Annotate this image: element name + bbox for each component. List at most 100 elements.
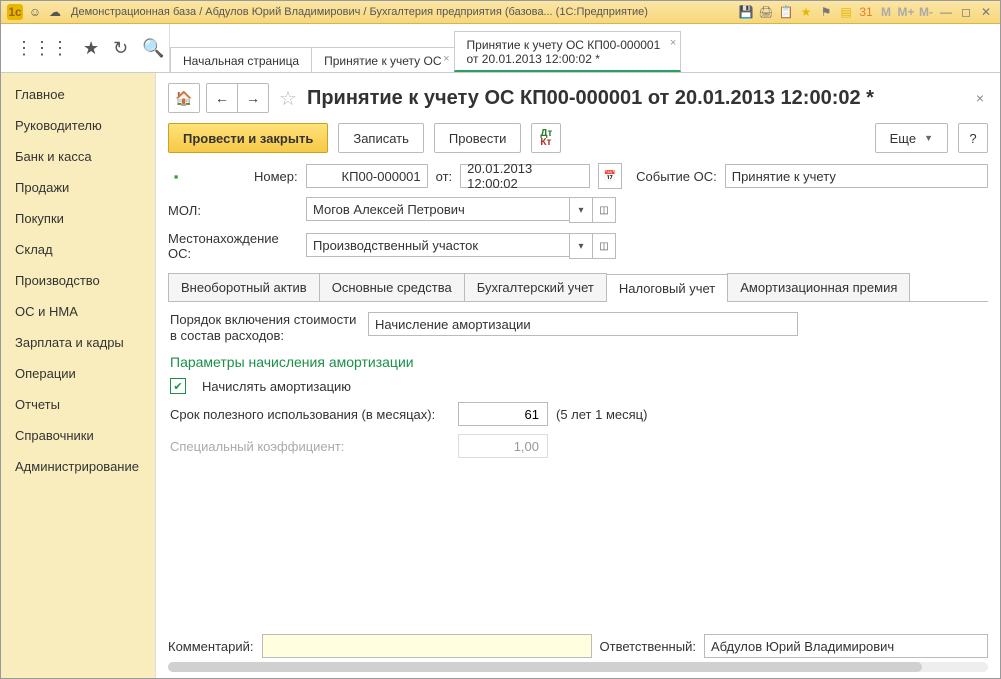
save-button[interactable]: Записать — [338, 123, 424, 153]
tab-os-accept[interactable]: Принятие к учету ОС × — [311, 47, 454, 72]
sidebar-item-catalogs[interactable]: Справочники — [1, 420, 155, 451]
cloud-icon[interactable]: ☁ — [47, 4, 63, 20]
content-area: 🏠 ← → ☆ Принятие к учету ОС КП00-000001 … — [156, 73, 1000, 678]
number-field[interactable]: КП00-000001 — [306, 164, 428, 188]
close-tab-icon[interactable]: × — [670, 36, 676, 50]
tab-body: Порядок включения стоимости в состав рас… — [168, 302, 988, 628]
useful-life-field[interactable] — [458, 402, 548, 426]
tab-os-accept-doc[interactable]: Принятие к учету ОС КП00-000001 от 20.01… — [454, 31, 682, 72]
home-button[interactable]: 🏠 — [168, 83, 200, 113]
fav-tb-icon[interactable]: ★ — [798, 4, 814, 20]
history-icon[interactable]: ↻ — [113, 38, 128, 59]
help-button[interactable]: ? — [958, 123, 988, 153]
favorite-star-icon[interactable]: ★ — [83, 38, 99, 59]
back-button[interactable]: ← — [206, 83, 238, 113]
open-ref-icon[interactable]: ◫ — [593, 233, 616, 259]
close-window-icon[interactable]: ✕ — [978, 4, 994, 20]
responsible-field[interactable]: Абдулов Юрий Владимирович — [704, 634, 988, 658]
sidebar-item-bank[interactable]: Банк и касса — [1, 141, 155, 172]
footer-bar: Комментарий: Ответственный: Абдулов Юрий… — [168, 628, 988, 658]
top-tabs-bar: ⋮⋮⋮ ★ ↻ 🔍 Начальная страница Принятие к … — [1, 24, 1000, 73]
horizontal-scrollbar[interactable] — [168, 662, 988, 672]
mol-field[interactable]: Могов Алексей Петрович ▾ ◫ — [306, 197, 616, 223]
coeff-label: Специальный коэффициент: — [170, 439, 450, 454]
posted-status-icon: ▪ — [168, 168, 184, 184]
useful-life-label: Срок полезного использования (в месяцах)… — [170, 407, 450, 422]
tab-start-page[interactable]: Начальная страница — [170, 47, 312, 72]
search-icon[interactable]: 🔍 — [142, 38, 164, 59]
nav-buttons: ← → — [206, 83, 269, 113]
date-field[interactable]: 20.01.2013 12:00:02 — [460, 164, 590, 188]
sidebar-item-operations[interactable]: Операции — [1, 358, 155, 389]
apps-grid-icon[interactable]: ⋮⋮⋮ — [15, 38, 69, 59]
maximize-icon[interactable]: ◻ — [958, 4, 974, 20]
forward-button[interactable]: → — [237, 83, 269, 113]
sidebar: Главное Руководителю Банк и касса Продаж… — [1, 73, 156, 678]
dropdown-icon[interactable]: ▾ — [569, 233, 593, 259]
tab-fixed-assets[interactable]: Основные средства — [319, 273, 465, 301]
location-label: Местонахождение ОС: — [168, 231, 298, 261]
sidebar-item-purchases[interactable]: Покупки — [1, 203, 155, 234]
sidebar-item-admin[interactable]: Администрирование — [1, 451, 155, 482]
dropdown-icon[interactable]: ▾ — [569, 197, 593, 223]
print-tb-icon[interactable]: 🖨 — [758, 4, 774, 20]
useful-life-hint: (5 лет 1 месяц) — [556, 407, 647, 422]
coeff-field — [458, 434, 548, 458]
sidebar-item-reports[interactable]: Отчеты — [1, 389, 155, 420]
responsible-label: Ответственный: — [600, 639, 696, 654]
page-title: Принятие к учету ОС КП00-000001 от 20.01… — [307, 87, 966, 110]
command-bar: Провести и закрыть Записать Провести ДтК… — [168, 123, 988, 153]
event-field[interactable]: Принятие к учету — [725, 164, 988, 188]
number-label: Номер: — [254, 169, 298, 184]
sidebar-item-production[interactable]: Производство — [1, 265, 155, 296]
event-label: Событие ОС: — [636, 169, 717, 184]
window-title: Демонстрационная база / Абдулов Юрий Вла… — [71, 6, 730, 18]
calendar-icon[interactable]: 31 — [858, 4, 874, 20]
sidebar-item-main[interactable]: Главное — [1, 79, 155, 110]
detail-tabs: Внеоборотный актив Основные средства Бух… — [168, 273, 988, 302]
mem-mminus[interactable]: M- — [918, 4, 934, 20]
tab-bonus-depreciation[interactable]: Амортизационная премия — [727, 273, 910, 301]
app-window: 1c ☺ ☁ Демонстрационная база / Абдулов Ю… — [0, 0, 1001, 679]
document-tabs: Начальная страница Принятие к учету ОС ×… — [170, 24, 1000, 72]
more-button[interactable]: Еще — [875, 123, 948, 153]
close-page-icon[interactable]: × — [972, 86, 988, 110]
calc-icon[interactable]: ▤ — [838, 4, 854, 20]
cost-order-field[interactable]: Начисление амортизации — [368, 312, 798, 336]
tab-accounting[interactable]: Бухгалтерский учет — [464, 273, 607, 301]
post-and-close-button[interactable]: Провести и закрыть — [168, 123, 328, 153]
sidebar-item-stock[interactable]: Склад — [1, 234, 155, 265]
smile-icon[interactable]: ☺ — [27, 4, 43, 20]
date-picker-icon[interactable]: 📅 — [598, 163, 622, 189]
save-tb-icon[interactable]: 💾 — [738, 4, 754, 20]
alert-tb-icon[interactable]: ⚑ — [818, 4, 834, 20]
charge-amort-label: Начислять амортизацию — [202, 379, 351, 394]
sidebar-item-payroll[interactable]: Зарплата и кадры — [1, 327, 155, 358]
titlebar: 1c ☺ ☁ Демонстрационная база / Абдулов Ю… — [1, 1, 1000, 24]
close-tab-icon[interactable]: × — [443, 52, 449, 66]
sidebar-item-manager[interactable]: Руководителю — [1, 110, 155, 141]
minimize-icon[interactable]: — — [938, 4, 954, 20]
tab-tax-accounting[interactable]: Налоговый учет — [606, 274, 728, 302]
app-logo-icon: 1c — [7, 4, 23, 20]
dtkt-button[interactable]: ДтКт — [531, 123, 561, 153]
from-label: от: — [436, 169, 453, 184]
sidebar-item-os-nma[interactable]: ОС и НМА — [1, 296, 155, 327]
comment-field[interactable] — [262, 634, 592, 658]
comment-label: Комментарий: — [168, 639, 254, 654]
tab-noncurrent-asset[interactable]: Внеоборотный актив — [168, 273, 320, 301]
sidebar-item-sales[interactable]: Продажи — [1, 172, 155, 203]
mol-label: МОЛ: — [168, 203, 298, 218]
post-button[interactable]: Провести — [434, 123, 522, 153]
location-field[interactable]: Производственный участок ▾ ◫ — [306, 233, 616, 259]
mem-m[interactable]: M — [878, 4, 894, 20]
charge-amort-checkbox[interactable]: ✔ — [170, 378, 186, 394]
cost-order-label: Порядок включения стоимости в состав рас… — [170, 312, 360, 344]
open-ref-icon[interactable]: ◫ — [593, 197, 616, 223]
copy-tb-icon[interactable]: 📋 — [778, 4, 794, 20]
favorite-toggle-icon[interactable]: ☆ — [279, 86, 297, 111]
top-toolbar: ⋮⋮⋮ ★ ↻ 🔍 — [1, 24, 170, 72]
scroll-thumb[interactable] — [168, 662, 922, 672]
amort-section-title: Параметры начисления амортизации — [170, 354, 986, 370]
mem-mplus[interactable]: M+ — [898, 4, 914, 20]
